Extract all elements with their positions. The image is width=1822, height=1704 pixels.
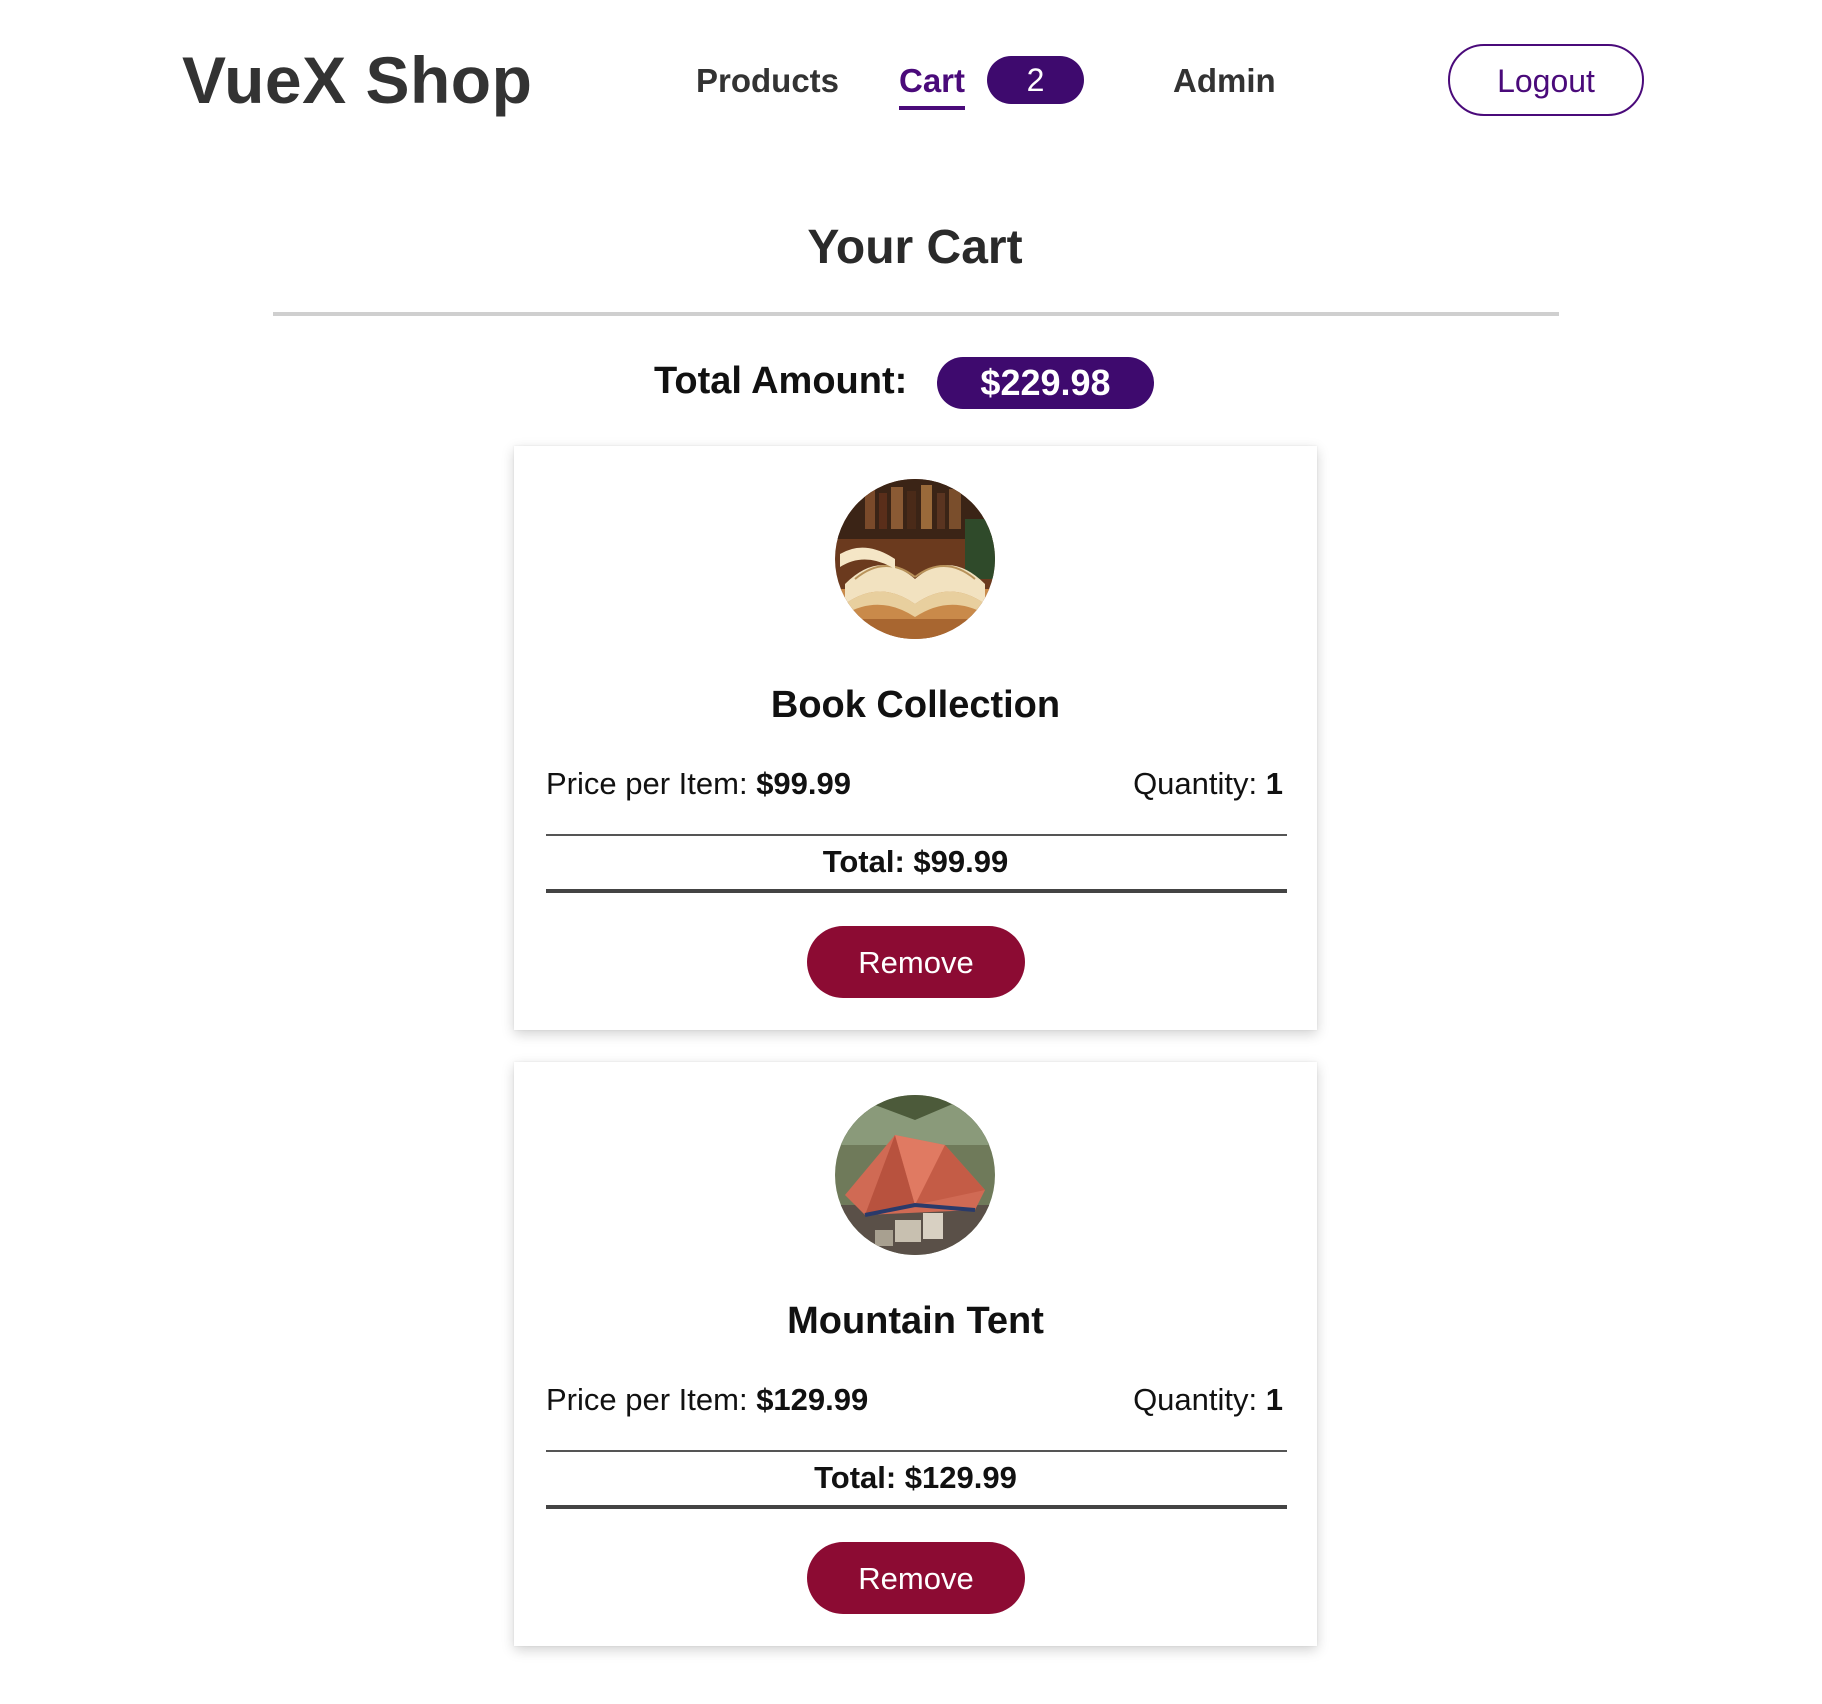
price-value: $99.99 xyxy=(756,766,852,801)
divider xyxy=(546,834,1287,836)
cart-item-card: Book Collection Price per Item: $99.99 Q… xyxy=(514,446,1317,1030)
nav-cart-link[interactable]: Cart xyxy=(899,62,966,110)
price-per-item: Price per Item: $129.99 xyxy=(546,1382,868,1418)
remove-button[interactable]: Remove xyxy=(807,1542,1025,1614)
brand-logo[interactable]: VueX Shop xyxy=(182,42,532,118)
product-image xyxy=(835,1095,995,1255)
cart-item-card: Mountain Tent Price per Item: $129.99 Qu… xyxy=(514,1062,1317,1646)
divider xyxy=(546,1505,1287,1509)
logout-button[interactable]: Logout xyxy=(1448,44,1644,116)
item-total: Total: $129.99 xyxy=(814,1460,1017,1495)
cart-page: VueX Shop Products Cart 2 Admin Logout Y… xyxy=(0,0,1822,1704)
product-name: Mountain Tent xyxy=(787,1300,1044,1342)
divider xyxy=(546,889,1287,893)
product-name: Book Collection xyxy=(770,684,1061,726)
quantity-value: 1 xyxy=(1265,766,1283,801)
quantity-value: 1 xyxy=(1265,1382,1283,1417)
price-label: Price per Item: xyxy=(546,766,748,801)
quantity: Quantity: 1 xyxy=(1133,766,1283,802)
quantity: Quantity: 1 xyxy=(1133,1382,1283,1418)
cart-count-badge: 2 xyxy=(987,56,1084,104)
quantity-label: Quantity: xyxy=(1133,1382,1258,1417)
page-title: Your Cart xyxy=(807,221,1023,274)
nav-admin-link[interactable]: Admin xyxy=(1173,62,1276,100)
quantity-label: Quantity: xyxy=(1133,766,1258,801)
title-divider xyxy=(273,312,1559,316)
divider xyxy=(546,1450,1287,1452)
price-label: Price per Item: xyxy=(546,1382,748,1417)
nav-products-link[interactable]: Products xyxy=(696,62,839,100)
open-book-icon xyxy=(835,479,995,639)
total-amount-badge: $229.98 xyxy=(937,357,1154,409)
remove-button[interactable]: Remove xyxy=(807,926,1025,998)
tent-icon xyxy=(835,1095,995,1255)
product-image xyxy=(835,479,995,639)
total-amount-label: Total Amount: xyxy=(654,360,908,402)
item-total: Total: $99.99 xyxy=(822,844,1009,879)
price-value: $129.99 xyxy=(756,1382,869,1417)
price-per-item: Price per Item: $99.99 xyxy=(546,766,851,802)
